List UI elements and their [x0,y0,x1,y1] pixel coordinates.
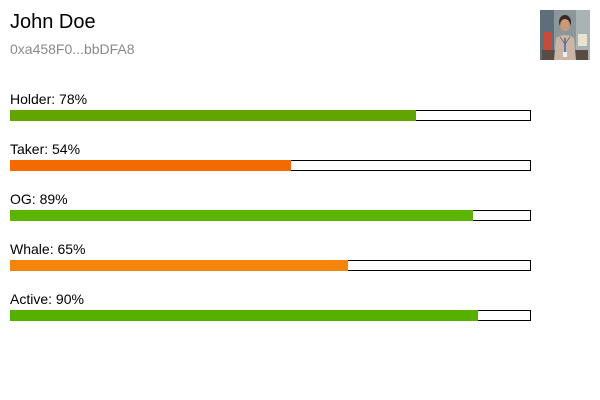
stat-name: OG [10,191,32,207]
stat-label: Holder: 78% [10,91,88,107]
stat-percent: 78% [59,91,88,107]
stat-og: OG: 89% [10,189,531,239]
stat-label: Active: 90% [10,291,84,307]
progress-bar [10,160,531,171]
profile-name: John Doe [10,11,96,33]
progress-fill [10,260,349,271]
progress-fill [10,160,292,171]
progress-bar [10,310,531,321]
stat-name: Active [10,291,49,307]
stat-taker: Taker: 54% [10,139,531,189]
stat-whale: Whale: 65% [10,239,531,289]
stat-percent: 65% [57,241,86,257]
stat-label: Whale: 65% [10,241,86,257]
avatar[interactable] [540,10,590,60]
progress-bar [10,110,531,121]
stat-active: Active: 90% [10,289,531,339]
progress-bar [10,210,531,221]
progress-bar [10,260,531,271]
avatar-photo [540,10,590,60]
stat-holder: Holder: 78% [10,89,531,139]
stat-percent: 89% [39,191,68,207]
stat-name: Taker [10,141,45,157]
progress-fill [10,210,473,221]
stat-label: Taker: 54% [10,141,81,157]
stat-percent: 54% [52,141,81,157]
progress-fill [10,310,479,321]
progress-fill [10,110,416,121]
stat-name: Holder [10,91,52,107]
stat-name: Whale [10,241,50,257]
stats-list: Holder: 78% Taker: 54% OG: 89% Whale: 65… [10,89,531,339]
stat-label: OG: 89% [10,191,68,207]
wallet-address: 0xa458F0...bbDFA8 [10,41,135,57]
stat-percent: 90% [55,291,84,307]
